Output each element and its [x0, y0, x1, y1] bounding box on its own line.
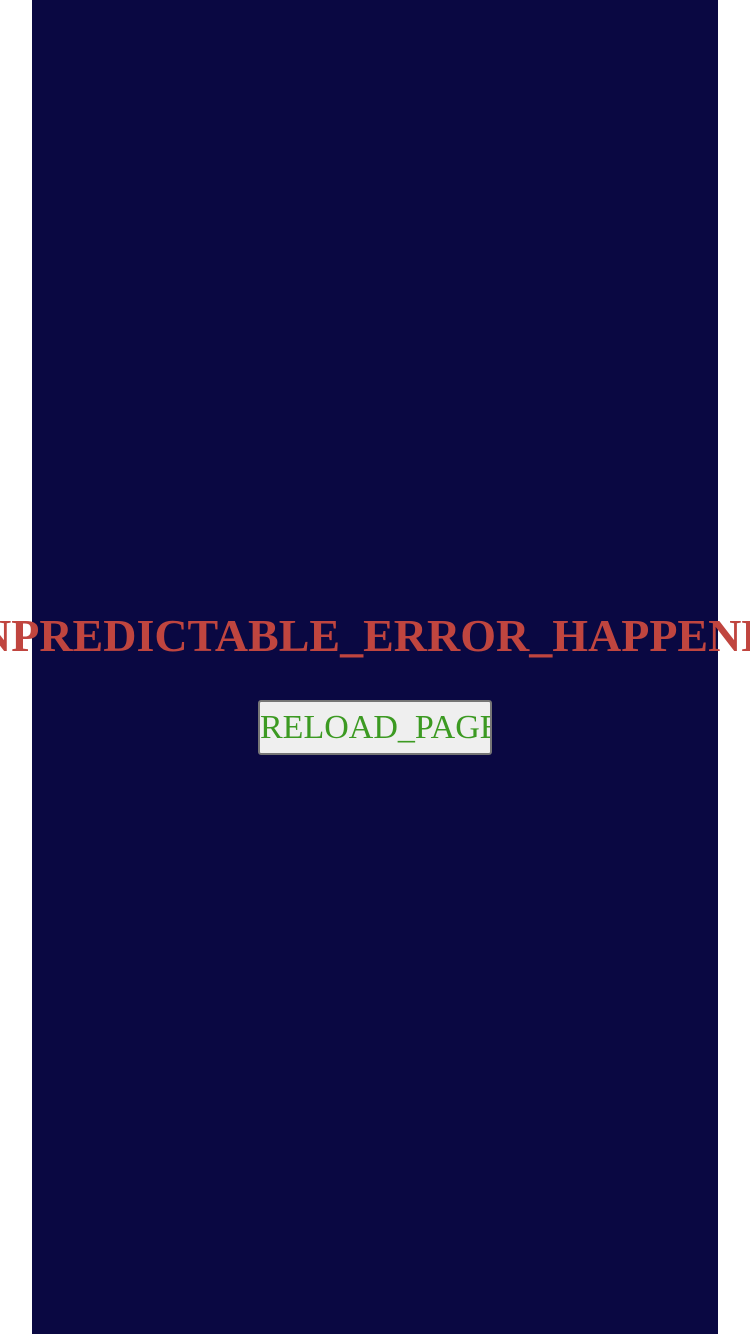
error-message: UNPREDICTABLE_ERROR_HAPPENED: [0, 610, 750, 661]
error-screen: [32, 0, 718, 1334]
reload-page-button[interactable]: RELOAD_PAGE: [258, 700, 492, 755]
